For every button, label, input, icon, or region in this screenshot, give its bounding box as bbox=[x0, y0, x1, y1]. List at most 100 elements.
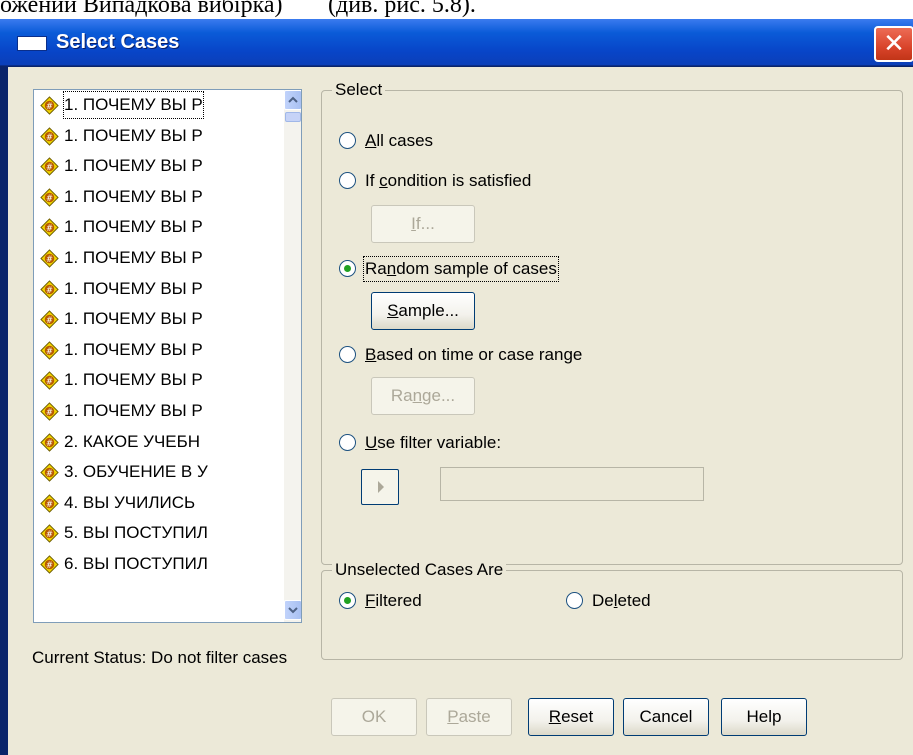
variable-label: 1. ПОЧЕМУ ВЫ Р bbox=[64, 247, 203, 267]
variable-label: 5. ВЫ ПОСТУПИЛ bbox=[64, 523, 208, 543]
numeric-variable-icon: # bbox=[40, 188, 59, 207]
variable-list-item[interactable]: #2. КАКОЕ УЧЕБН bbox=[34, 427, 284, 458]
arrow-right-icon bbox=[378, 481, 384, 493]
variable-list-item[interactable]: #3. ОБУЧЕНИЕ В У bbox=[34, 457, 284, 488]
chevron-down-icon bbox=[288, 607, 298, 614]
current-status-text: Current Status: Do not filter cases bbox=[32, 648, 288, 667]
svg-text:#: # bbox=[46, 408, 53, 418]
variable-list-item[interactable]: #1. ПОЧЕМУ ВЫ Р bbox=[34, 90, 284, 121]
chevron-up-icon bbox=[288, 96, 298, 103]
variable-list-item[interactable]: #6. ВЫ ПОСТУПИЛ bbox=[34, 549, 284, 580]
paste-button[interactable]: Paste bbox=[426, 698, 512, 736]
svg-text:#: # bbox=[46, 255, 53, 265]
svg-text:#: # bbox=[46, 316, 53, 326]
svg-text:#: # bbox=[46, 561, 53, 571]
title-bar[interactable]: Select Cases ✕ bbox=[0, 19, 913, 66]
variable-list-item[interactable]: #1. ПОЧЕМУ ВЫ Р bbox=[34, 243, 284, 274]
variable-label: 1. ПОЧЕМУ ВЫ Р bbox=[64, 156, 203, 176]
variable-label: 1. ПОЧЕМУ ВЫ Р bbox=[62, 90, 205, 120]
variable-label: 1. ПОЧЕМУ ВЫ Р bbox=[64, 339, 203, 359]
numeric-variable-icon: # bbox=[40, 310, 59, 329]
numeric-variable-icon: # bbox=[40, 371, 59, 391]
document-text-lead: ожении Випадкова вибірка) bbox=[0, 0, 283, 18]
numeric-variable-icon: # bbox=[40, 341, 59, 360]
cancel-button[interactable]: Cancel bbox=[623, 698, 709, 736]
variable-label: 1. ПОЧЕМУ ВЫ Р bbox=[64, 217, 203, 237]
variable-list-item[interactable]: #1. ПОЧЕМУ ВЫ Р bbox=[34, 304, 284, 335]
radio-filter-variable-label: Use filter variable: bbox=[365, 433, 502, 452]
variable-label: 1. ПОЧЕМУ ВЫ Р bbox=[64, 309, 203, 329]
variable-label: 4. ВЫ УЧИЛИСЬ bbox=[64, 492, 196, 512]
range-button[interactable]: Range... bbox=[371, 377, 475, 415]
radio-random-sample-label: Random sample of cases bbox=[363, 256, 559, 282]
numeric-variable-icon: # bbox=[40, 493, 59, 513]
select-groupbox: Select All cases If condition is satisfi… bbox=[321, 80, 903, 565]
radio-button[interactable] bbox=[339, 132, 356, 149]
filter-variable-field[interactable] bbox=[440, 467, 704, 501]
scroll-down-button[interactable] bbox=[284, 600, 301, 620]
variable-label: 3. ОБУЧЕНИЕ В У bbox=[64, 462, 208, 482]
numeric-variable-icon: # bbox=[40, 218, 59, 238]
numeric-variable-icon: # bbox=[40, 432, 59, 452]
radio-button[interactable] bbox=[339, 172, 356, 189]
radio-button[interactable] bbox=[339, 260, 356, 277]
close-button[interactable]: ✕ bbox=[874, 26, 913, 62]
variable-list-item[interactable]: #4. ВЫ УЧИЛИСЬ bbox=[34, 488, 284, 519]
svg-text:#: # bbox=[46, 438, 53, 448]
variable-label: 1. ПОЧЕМУ ВЫ Р bbox=[64, 278, 203, 298]
move-variable-arrow-button[interactable] bbox=[361, 469, 399, 505]
radio-button[interactable] bbox=[339, 434, 356, 451]
scroll-up-button[interactable] bbox=[284, 90, 301, 110]
svg-text:#: # bbox=[46, 132, 53, 142]
variable-list-item[interactable]: #1. ПОЧЕМУ ВЫ Р bbox=[34, 274, 284, 305]
unselected-cases-groupbox: Unselected Cases Are Filtered Deleted bbox=[321, 560, 903, 660]
svg-text:#: # bbox=[46, 163, 53, 173]
variable-list-item[interactable]: #1. ПОЧЕМУ ВЫ Р bbox=[34, 335, 284, 366]
svg-text:#: # bbox=[46, 194, 53, 204]
variable-list-item[interactable]: #1. ПОЧЕМУ ВЫ Р bbox=[34, 212, 284, 243]
variable-list-item[interactable]: #1. ПОЧЕМУ ВЫ Р bbox=[34, 182, 284, 213]
numeric-variable-icon: # bbox=[40, 96, 59, 115]
radio-button[interactable] bbox=[339, 592, 356, 609]
variable-list-items: #1. ПОЧЕМУ ВЫ Р #1. ПОЧЕМУ ВЫ Р #1. ПОЧЕМУ… bbox=[34, 90, 284, 580]
numeric-variable-icon: # bbox=[40, 126, 59, 146]
variable-list-item[interactable]: #1. ПОЧЕМУ ВЫ Р bbox=[34, 396, 284, 427]
sample-button[interactable]: Sample... bbox=[371, 292, 475, 330]
svg-text:#: # bbox=[46, 102, 53, 112]
select-cases-dialog: Select Cases ✕ #1. ПОЧЕМУ ВЫ Р #1. ПОЧЕМУ… bbox=[0, 19, 913, 755]
document-text-tail: (див. рис. 5.8). bbox=[328, 0, 476, 18]
window-title: Select Cases bbox=[56, 31, 180, 53]
radio-if-condition-label: If condition is satisfied bbox=[365, 171, 532, 190]
numeric-variable-icon: # bbox=[40, 279, 59, 299]
svg-text:#: # bbox=[46, 500, 53, 510]
numeric-variable-icon: # bbox=[40, 402, 59, 421]
variable-label: 1. ПОЧЕМУ ВЫ Р bbox=[64, 370, 203, 390]
variable-list-scrollbar[interactable] bbox=[284, 90, 301, 622]
radio-button[interactable] bbox=[339, 346, 356, 363]
svg-text:#: # bbox=[46, 224, 53, 234]
variable-label: 1. ПОЧЕМУ ВЫ Р bbox=[64, 400, 203, 420]
svg-text:#: # bbox=[46, 347, 53, 357]
numeric-variable-icon: # bbox=[40, 463, 59, 482]
variable-label: 1. ПОЧЕМУ ВЫ Р bbox=[64, 125, 203, 145]
radio-selected-dot bbox=[344, 597, 351, 604]
reset-button[interactable]: Reset bbox=[528, 698, 614, 736]
variable-list-item[interactable]: #5. ВЫ ПОСТУПИЛ bbox=[34, 518, 284, 549]
ok-button[interactable]: OK bbox=[331, 698, 417, 736]
window-icon bbox=[17, 36, 47, 51]
variable-list-item[interactable]: #1. ПОЧЕМУ ВЫ Р bbox=[34, 365, 284, 396]
variable-list[interactable]: #1. ПОЧЕМУ ВЫ Р #1. ПОЧЕМУ ВЫ Р #1. ПОЧЕМУ… bbox=[33, 89, 302, 623]
numeric-variable-icon: # bbox=[40, 157, 59, 176]
svg-text:#: # bbox=[46, 377, 53, 387]
variable-list-item[interactable]: #1. ПОЧЕМУ ВЫ Р bbox=[34, 151, 284, 182]
numeric-variable-icon: # bbox=[40, 524, 59, 544]
variable-list-item[interactable]: #1. ПОЧЕМУ ВЫ Р bbox=[34, 121, 284, 152]
radio-deleted-label: Deleted bbox=[592, 591, 651, 610]
scroll-thumb[interactable] bbox=[285, 112, 301, 122]
help-button[interactable]: Help bbox=[721, 698, 807, 736]
radio-all-cases-label: All cases bbox=[365, 131, 434, 150]
variable-label: 2. КАКОЕ УЧЕБН bbox=[64, 431, 201, 451]
radio-button[interactable] bbox=[566, 592, 583, 609]
svg-text:#: # bbox=[46, 530, 53, 540]
if-button[interactable]: If... bbox=[371, 205, 475, 243]
